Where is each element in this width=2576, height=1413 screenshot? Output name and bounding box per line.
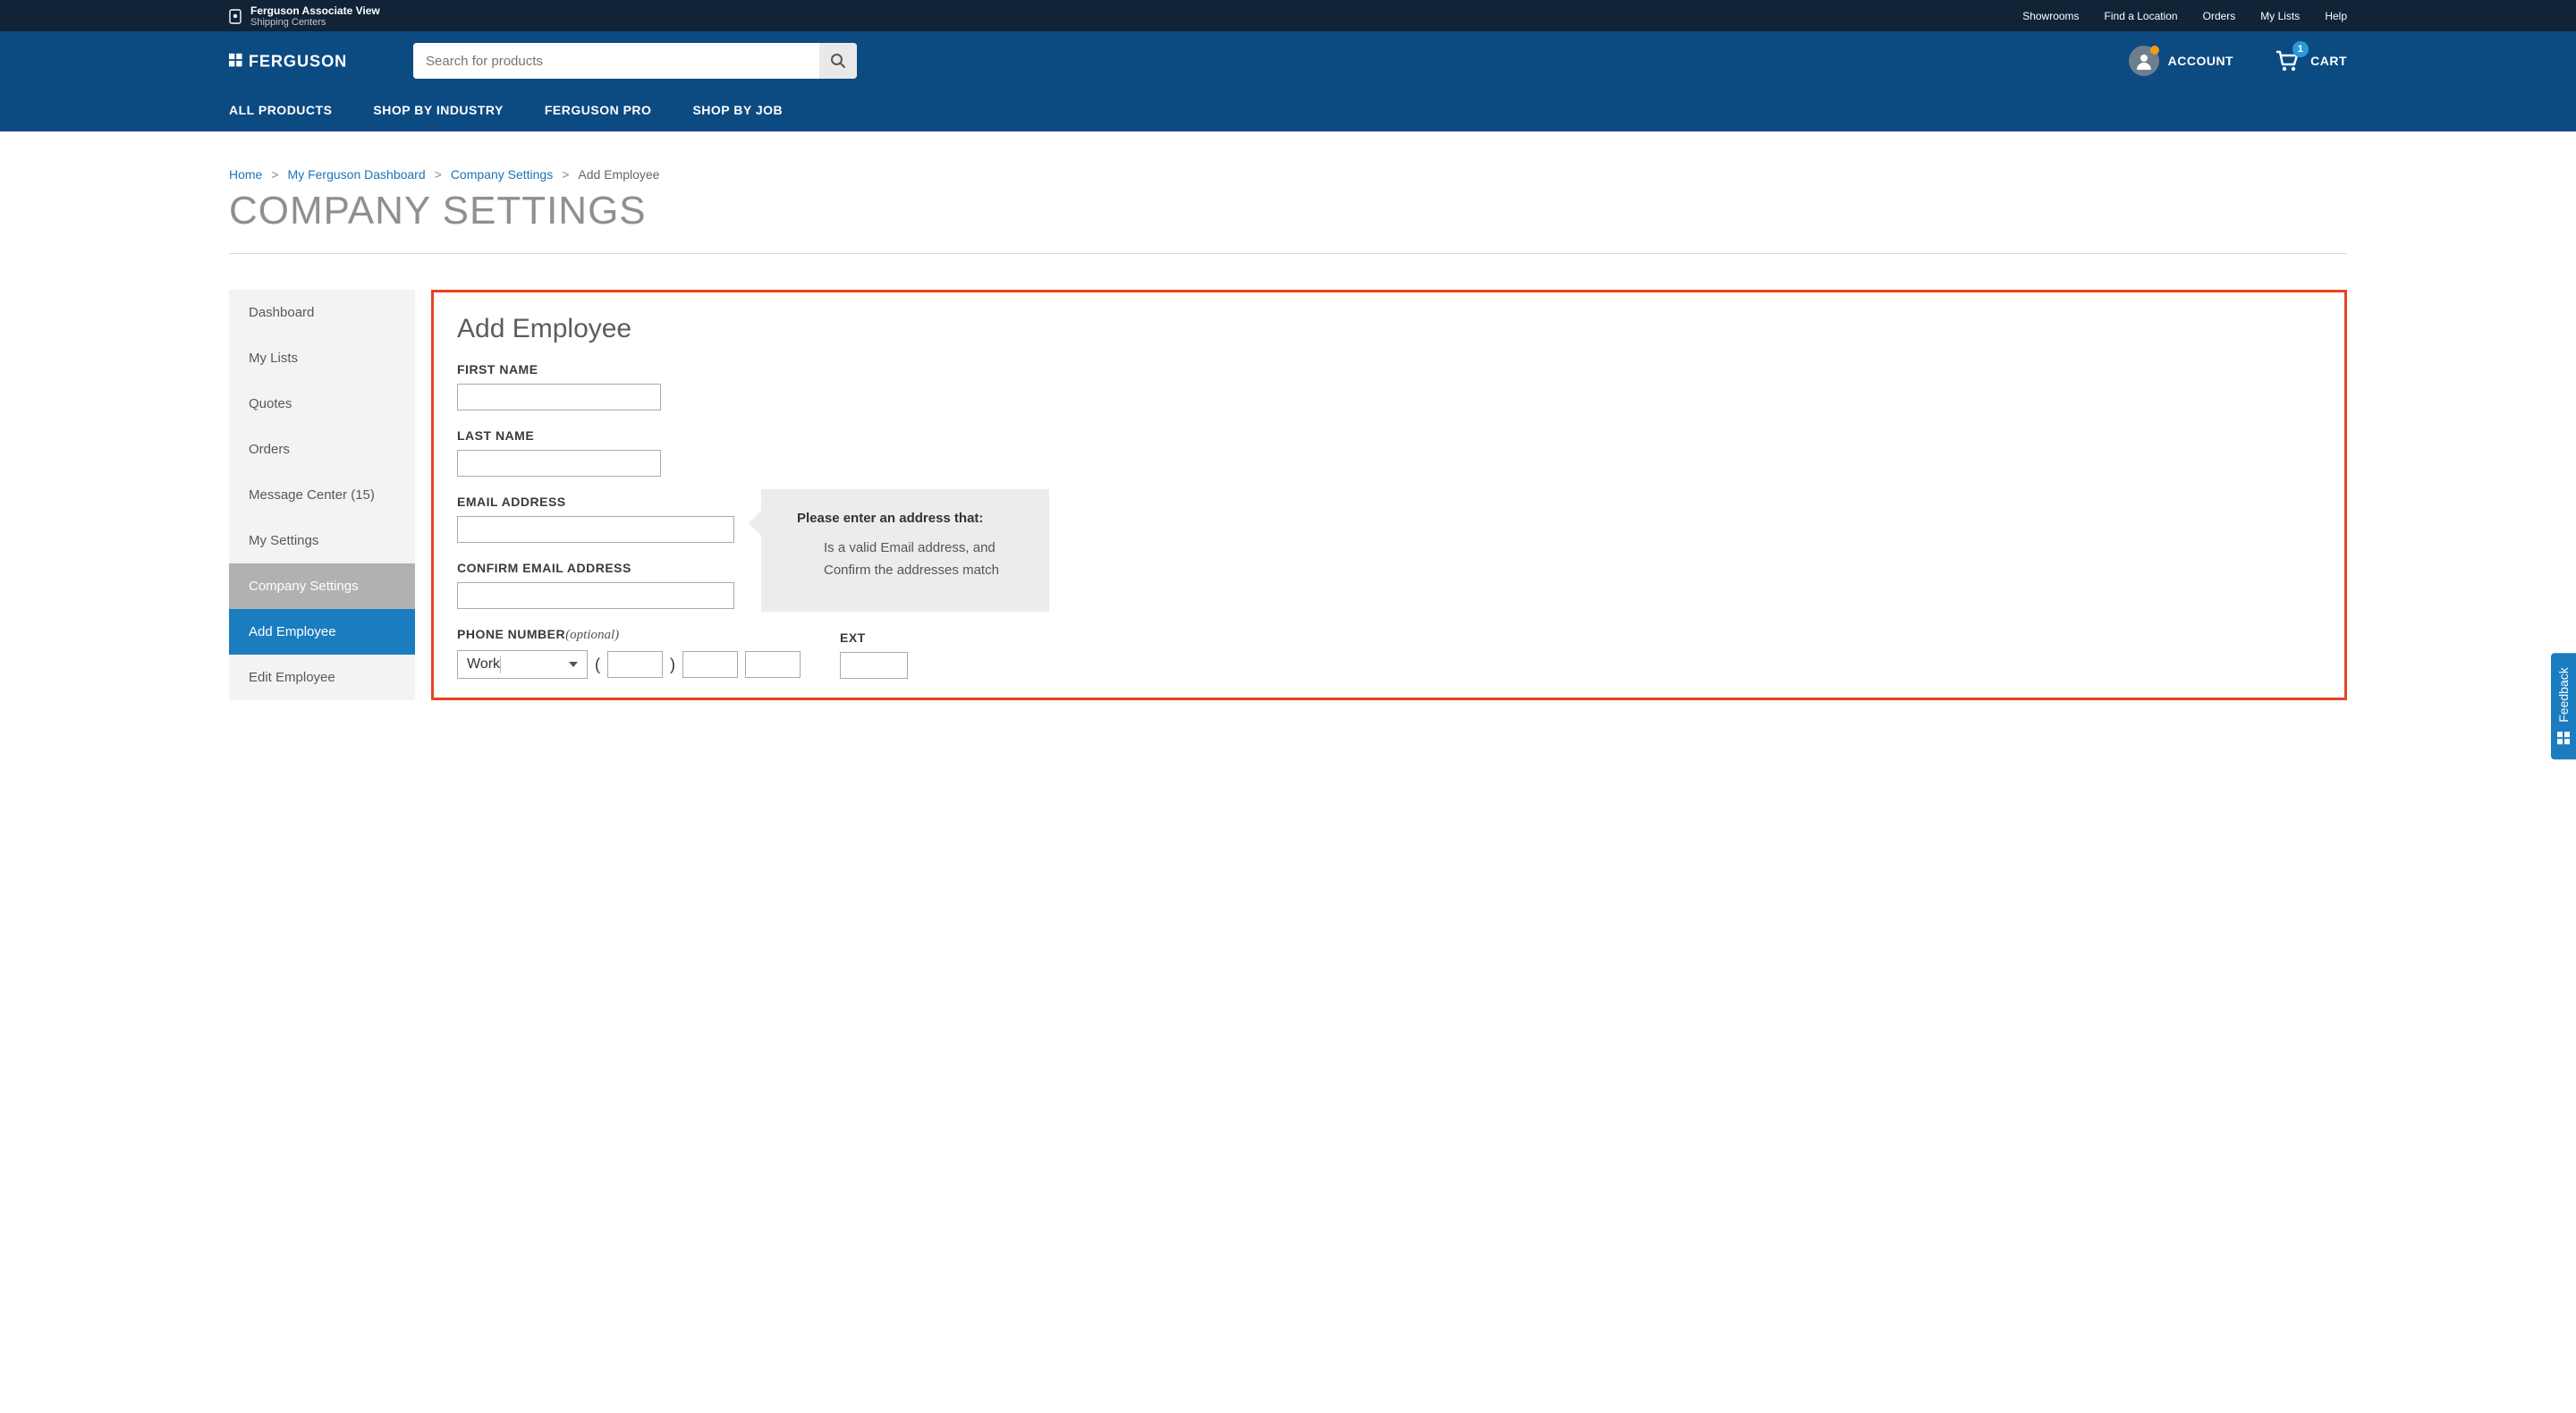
topbar-link-my-lists[interactable]: My Lists — [2260, 10, 2300, 22]
breadcrumb-separator: > — [271, 167, 278, 182]
hint-title: Please enter an address that: — [797, 511, 1022, 526]
topbar-link-showrooms[interactable]: Showrooms — [2022, 10, 2079, 22]
sidebar-item-dashboard[interactable]: Dashboard — [229, 290, 415, 335]
first-name-label: FIRST NAME — [457, 362, 2321, 377]
topbar: Ferguson Associate View Shipping Centers… — [0, 0, 2576, 31]
nav-all-products[interactable]: ALL PRODUCTS — [229, 90, 332, 131]
associate-subtitle: Shipping Centers — [250, 17, 380, 28]
notification-dot-icon — [2150, 46, 2159, 55]
account-label: ACCOUNT — [2168, 54, 2234, 68]
breadcrumb-current: Add Employee — [578, 167, 659, 182]
add-employee-panel: Add Employee FIRST NAME LAST NAME EMAIL … — [431, 290, 2347, 700]
ext-label: EXT — [840, 630, 908, 645]
select-divider — [500, 656, 501, 673]
breadcrumb-separator: > — [435, 167, 442, 182]
hint-line-2: Confirm the addresses match — [797, 563, 1022, 578]
feedback-tab[interactable]: Feedback — [2551, 653, 2576, 759]
paren-close: ) — [670, 656, 675, 674]
cart-label: CART — [2310, 54, 2347, 68]
phone-area-input[interactable] — [607, 651, 663, 678]
search-button[interactable] — [819, 43, 857, 79]
sidebar-item-my-settings[interactable]: My Settings — [229, 518, 415, 563]
logo[interactable]: FERGUSON — [229, 50, 392, 72]
field-confirm-email: CONFIRM EMAIL ADDRESS — [457, 561, 734, 609]
search-icon — [830, 53, 846, 69]
content: Home > My Ferguson Dashboard > Company S… — [0, 131, 2576, 736]
breadcrumb: Home > My Ferguson Dashboard > Company S… — [229, 167, 2347, 182]
search-input[interactable] — [413, 43, 819, 79]
cart-icon: 1 — [2273, 47, 2301, 75]
field-phone: PHONE NUMBER(optional) Work ( ) — [457, 627, 801, 679]
topbar-link-find-location[interactable]: Find a Location — [2105, 10, 2178, 22]
email-label: EMAIL ADDRESS — [457, 495, 734, 509]
phone-type-select[interactable]: Work — [457, 650, 588, 679]
cart-count-badge: 1 — [2292, 41, 2309, 57]
search-bar — [413, 43, 857, 79]
last-name-label: LAST NAME — [457, 428, 2321, 443]
phone-label: PHONE NUMBER(optional) — [457, 627, 801, 643]
associate-view: Ferguson Associate View Shipping Centers — [229, 4, 380, 28]
header: FERGUSON ACCOUNT 1 CART — [0, 31, 2576, 90]
hint-line-1: Is a valid Email address, and — [797, 540, 1022, 555]
last-name-input[interactable] — [457, 450, 661, 477]
nav-shop-by-job[interactable]: SHOP BY JOB — [692, 90, 783, 131]
phone-prefix-input[interactable] — [682, 651, 738, 678]
email-hint-tooltip: Please enter an address that: Is a valid… — [761, 489, 1049, 612]
confirm-email-label: CONFIRM EMAIL ADDRESS — [457, 561, 734, 575]
svg-text:FERGUSON: FERGUSON — [249, 52, 347, 70]
page-title: COMPANY SETTINGS — [229, 189, 2347, 254]
sidebar-item-add-employee[interactable]: Add Employee — [229, 609, 415, 655]
field-first-name: FIRST NAME — [457, 362, 2321, 410]
sidebar-item-edit-employee[interactable]: Edit Employee — [229, 655, 415, 700]
breadcrumb-dashboard[interactable]: My Ferguson Dashboard — [288, 167, 426, 182]
ext-input[interactable] — [840, 652, 908, 679]
avatar-icon — [2129, 46, 2159, 76]
feedback-label: Feedback — [2556, 667, 2571, 722]
sidebar-item-message-center[interactable]: Message Center (15) — [229, 472, 415, 518]
topbar-links: Showrooms Find a Location Orders My List… — [2022, 10, 2347, 22]
nav-shop-by-industry[interactable]: SHOP BY INDUSTRY — [373, 90, 503, 131]
sidebar-item-my-lists[interactable]: My Lists — [229, 335, 415, 381]
breadcrumb-company-settings[interactable]: Company Settings — [451, 167, 553, 182]
field-last-name: LAST NAME — [457, 428, 2321, 477]
phone-line-input[interactable] — [745, 651, 801, 678]
sidebar-item-orders[interactable]: Orders — [229, 427, 415, 472]
nav-ferguson-pro[interactable]: FERGUSON PRO — [545, 90, 652, 131]
sidebar-item-quotes[interactable]: Quotes — [229, 381, 415, 427]
feedback-icon — [2556, 732, 2571, 746]
phone-type-value: Work — [467, 656, 500, 673]
confirm-email-input[interactable] — [457, 582, 734, 609]
settings-sidebar: Dashboard My Lists Quotes Orders Message… — [229, 290, 415, 700]
field-ext: EXT — [840, 630, 908, 679]
first-name-input[interactable] — [457, 384, 661, 410]
main-nav: ALL PRODUCTS SHOP BY INDUSTRY FERGUSON P… — [0, 90, 2576, 131]
breadcrumb-separator: > — [562, 167, 569, 182]
sidebar-item-company-settings[interactable]: Company Settings — [229, 563, 415, 609]
email-input[interactable] — [457, 516, 734, 543]
chevron-down-icon — [569, 662, 578, 667]
topbar-link-orders[interactable]: Orders — [2203, 10, 2236, 22]
panel-title: Add Employee — [457, 314, 2321, 344]
topbar-link-help[interactable]: Help — [2325, 10, 2347, 22]
associate-title: Ferguson Associate View — [250, 4, 380, 17]
paren-open: ( — [595, 656, 600, 674]
cart-link[interactable]: 1 CART — [2273, 47, 2347, 75]
field-email: EMAIL ADDRESS — [457, 495, 734, 543]
badge-icon — [229, 8, 242, 24]
breadcrumb-home[interactable]: Home — [229, 167, 262, 182]
account-link[interactable]: ACCOUNT — [2129, 46, 2234, 76]
